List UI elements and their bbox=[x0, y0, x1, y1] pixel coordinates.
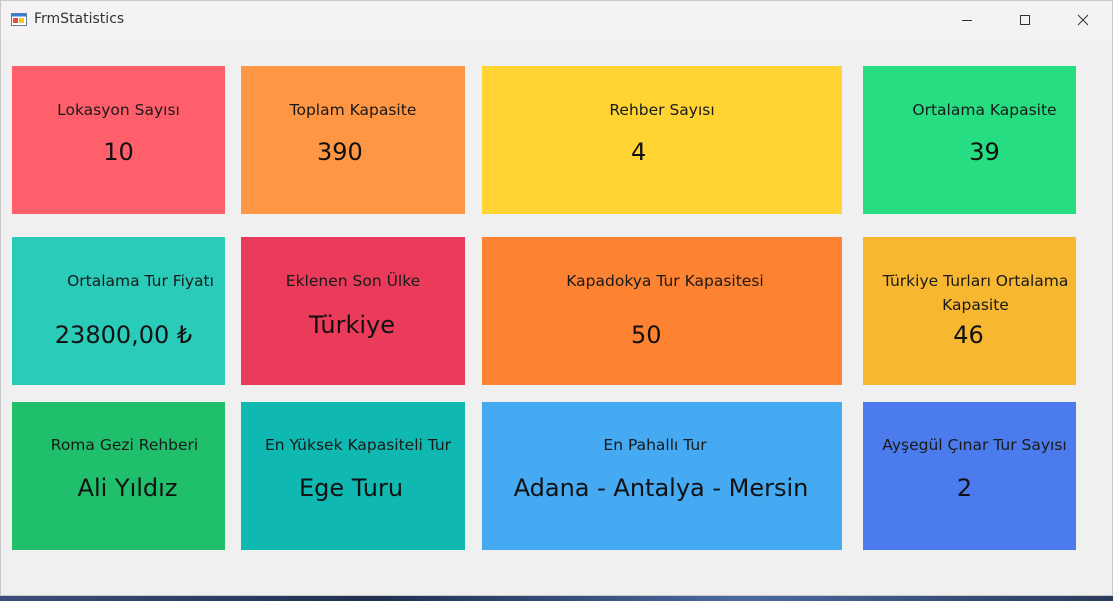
tile-label: Kapadokya Tur Kapasitesi bbox=[566, 272, 764, 290]
tile-label: Lokasyon Sayısı bbox=[57, 101, 180, 119]
tile-value: Ege Turu bbox=[298, 474, 404, 502]
tile-total-capacity: Toplam Kapasite 390 bbox=[241, 66, 465, 214]
tile-label: Toplam Kapasite bbox=[289, 101, 417, 119]
maximize-button[interactable] bbox=[997, 1, 1053, 39]
tile-label: Türkiye Turları Ortalama Kapasite bbox=[882, 272, 1069, 314]
close-icon bbox=[1077, 14, 1089, 26]
tile-aysegul-cinar-tour-count: Ayşegül Çınar Tur Sayısı 2 bbox=[863, 402, 1076, 550]
tile-label: En Yüksek Kapasiteli Tur bbox=[264, 436, 452, 454]
tile-rome-guide: Roma Gezi Rehberi Ali Yıldız bbox=[12, 402, 225, 550]
tile-average-tour-price: Ortalama Tur Fiyatı 23800,00 ₺ bbox=[12, 237, 225, 385]
tile-last-added-country: Eklenen Son Ülke Türkiye bbox=[241, 237, 465, 385]
minimize-icon bbox=[962, 20, 972, 21]
tile-most-expensive-tour: En Pahallı Tur Adana - Antalya - Mersin bbox=[482, 402, 842, 550]
tile-label: Roma Gezi Rehberi bbox=[50, 436, 199, 454]
title-bar[interactable]: FrmStatistics bbox=[1, 1, 1112, 39]
tile-average-capacity: Ortalama Kapasite 39 bbox=[863, 66, 1076, 214]
minimize-button[interactable] bbox=[939, 1, 995, 39]
tile-value: 390 bbox=[317, 138, 363, 166]
tile-highest-capacity-tour: En Yüksek Kapasiteli Tur Ege Turu bbox=[241, 402, 465, 550]
tile-value: 46 bbox=[953, 321, 984, 349]
statistics-window: FrmStatistics Lokasyon Sayısı 10 Toplam … bbox=[0, 0, 1113, 596]
close-button[interactable] bbox=[1055, 1, 1111, 39]
tile-value: 10 bbox=[103, 138, 134, 166]
tile-cappadocia-capacity: Kapadokya Tur Kapasitesi 50 bbox=[482, 237, 842, 385]
tile-label: Ortalama Tur Fiyatı bbox=[67, 272, 214, 290]
tile-label: Eklenen Son Ülke bbox=[285, 272, 421, 290]
tile-value: Ali Yıldız bbox=[77, 474, 178, 502]
tile-value: 23800,00 ₺ bbox=[54, 321, 193, 349]
tile-label: En Pahallı Tur bbox=[603, 436, 707, 454]
tile-location-count: Lokasyon Sayısı 10 bbox=[12, 66, 225, 214]
tile-value: Adana - Antalya - Mersin bbox=[513, 474, 809, 502]
maximize-icon bbox=[1020, 15, 1030, 25]
tile-value: 39 bbox=[969, 138, 1000, 166]
app-icon bbox=[11, 13, 27, 26]
window-title: FrmStatistics bbox=[34, 11, 125, 27]
tile-guide-count: Rehber Sayısı 4 bbox=[482, 66, 842, 214]
tile-label: Ortalama Kapasite bbox=[912, 101, 1057, 119]
tile-value: Türkiye bbox=[309, 311, 395, 339]
tile-value: 2 bbox=[956, 474, 973, 502]
tile-value: 4 bbox=[631, 138, 647, 166]
desktop-background-strip bbox=[0, 596, 1113, 601]
tile-value: 50 bbox=[631, 321, 662, 349]
tile-label: Rehber Sayısı bbox=[609, 101, 715, 119]
tile-label: Ayşegül Çınar Tur Sayısı bbox=[882, 436, 1067, 454]
tile-turkey-average-capacity: Türkiye Turları Ortalama Kapasite 46 bbox=[863, 237, 1076, 385]
